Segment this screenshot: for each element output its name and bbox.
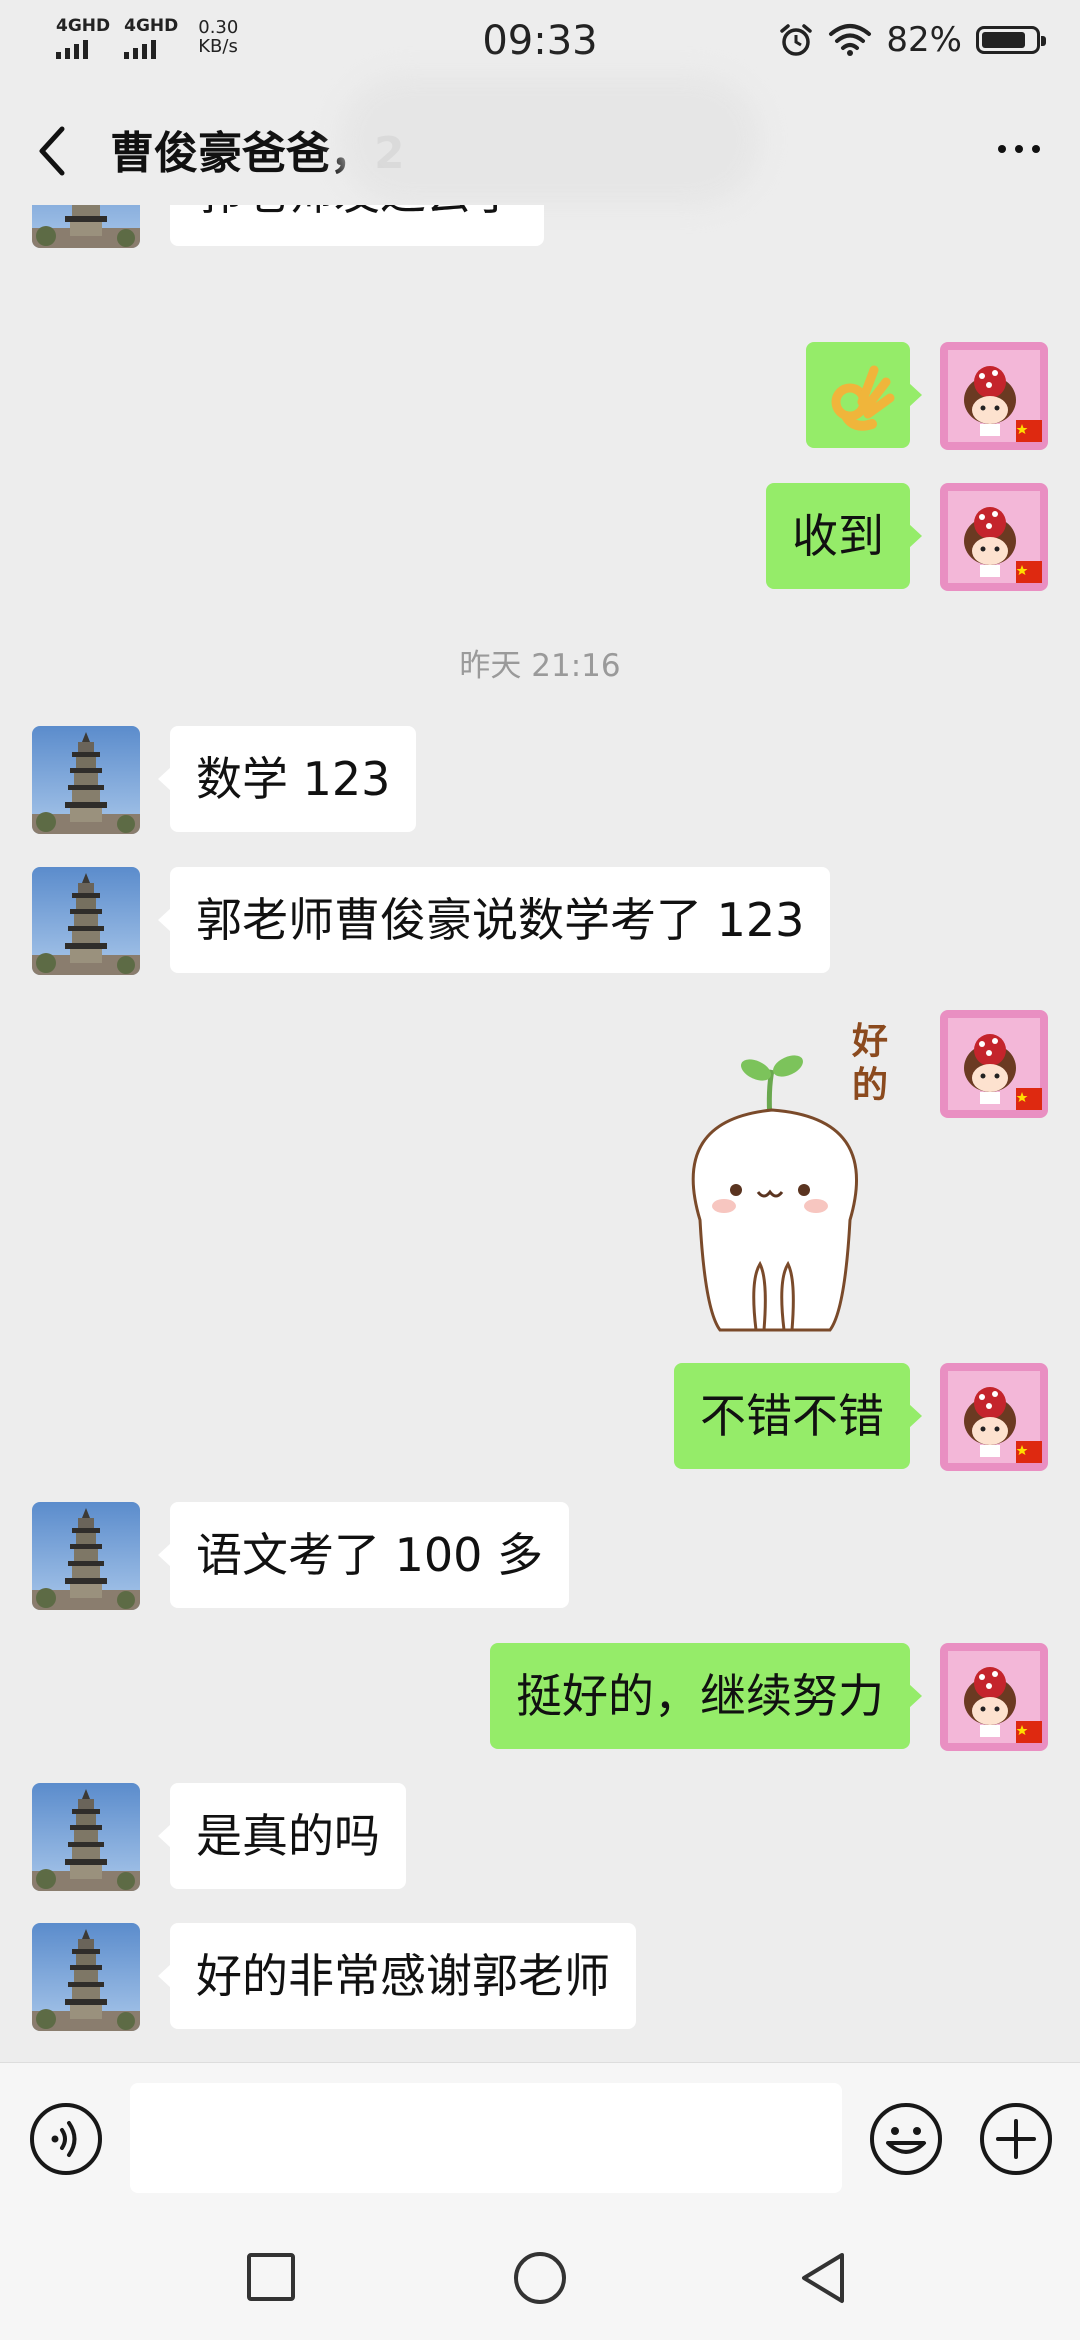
sent-message[interactable]: 挺好的，继续努力 <box>490 1643 922 1749</box>
more-options-icon[interactable] <box>998 145 1040 153</box>
contact-avatar[interactable] <box>32 1502 140 1610</box>
received-message[interactable]: 语文考了 100 多 <box>157 1502 570 1608</box>
sticker-caption: 好的 <box>852 1021 889 1106</box>
chat-header: 曹俊豪爸爸，2 <box>0 75 1080 205</box>
timestamp: 昨天 21:16 <box>459 648 621 684</box>
triangle-back-icon[interactable] <box>796 2250 850 2306</box>
back-arrow-icon[interactable] <box>28 121 78 181</box>
emoji-icon[interactable] <box>868 2101 944 2177</box>
contact-avatar[interactable] <box>32 1923 140 2031</box>
sticker-message[interactable]: 好的 <box>660 1010 910 1340</box>
battery-icon <box>976 26 1046 54</box>
input-bar <box>0 2062 1080 2215</box>
my-avatar[interactable] <box>940 1010 1048 1118</box>
plus-icon[interactable] <box>978 2101 1054 2177</box>
received-message[interactable]: 好的非常感谢郭老师 <box>158 1923 636 2029</box>
my-avatar[interactable] <box>940 483 1048 591</box>
received-message[interactable]: 郭老师曹俊豪说数学考了 123 <box>157 867 831 973</box>
contact-avatar[interactable] <box>32 205 140 248</box>
ok-hand-emoji-icon <box>831 365 895 431</box>
status-right: 82% <box>778 20 1046 60</box>
message-list[interactable]: 郭老师发过去了 收到 昨天 21:16 数学 123 郭老师曹俊豪说数学考了 1… <box>0 205 1080 2060</box>
square-icon[interactable] <box>244 2250 298 2304</box>
message-input[interactable] <box>130 2083 842 2193</box>
contact-avatar[interactable] <box>32 1783 140 1891</box>
received-message[interactable]: 是真的吗 <box>158 1783 406 1889</box>
sent-message[interactable]: 收到 <box>766 483 922 589</box>
my-avatar[interactable] <box>940 1363 1048 1471</box>
status-bar: 4GHD 4GHD 0.30 KB/s 09:33 82% <box>0 0 1080 80</box>
sent-emoji-message[interactable] <box>806 342 922 448</box>
my-avatar[interactable] <box>940 342 1048 450</box>
my-avatar[interactable] <box>940 1643 1048 1751</box>
contact-avatar[interactable] <box>32 726 140 834</box>
contact-avatar[interactable] <box>32 867 140 975</box>
voice-icon[interactable] <box>28 2101 104 2177</box>
received-message[interactable]: 郭老师发过去了 <box>170 205 544 246</box>
circle-icon[interactable] <box>512 2250 568 2306</box>
wifi-icon <box>829 24 872 56</box>
privacy-blur <box>340 75 760 205</box>
alarm-icon <box>780 24 813 56</box>
sent-message[interactable]: 不错不错 <box>674 1363 922 1469</box>
battery-percent: 82% <box>886 20 962 60</box>
battery-level <box>982 32 1025 48</box>
system-nav-bar <box>0 2214 1080 2340</box>
received-message[interactable]: 数学 123 <box>157 726 417 832</box>
